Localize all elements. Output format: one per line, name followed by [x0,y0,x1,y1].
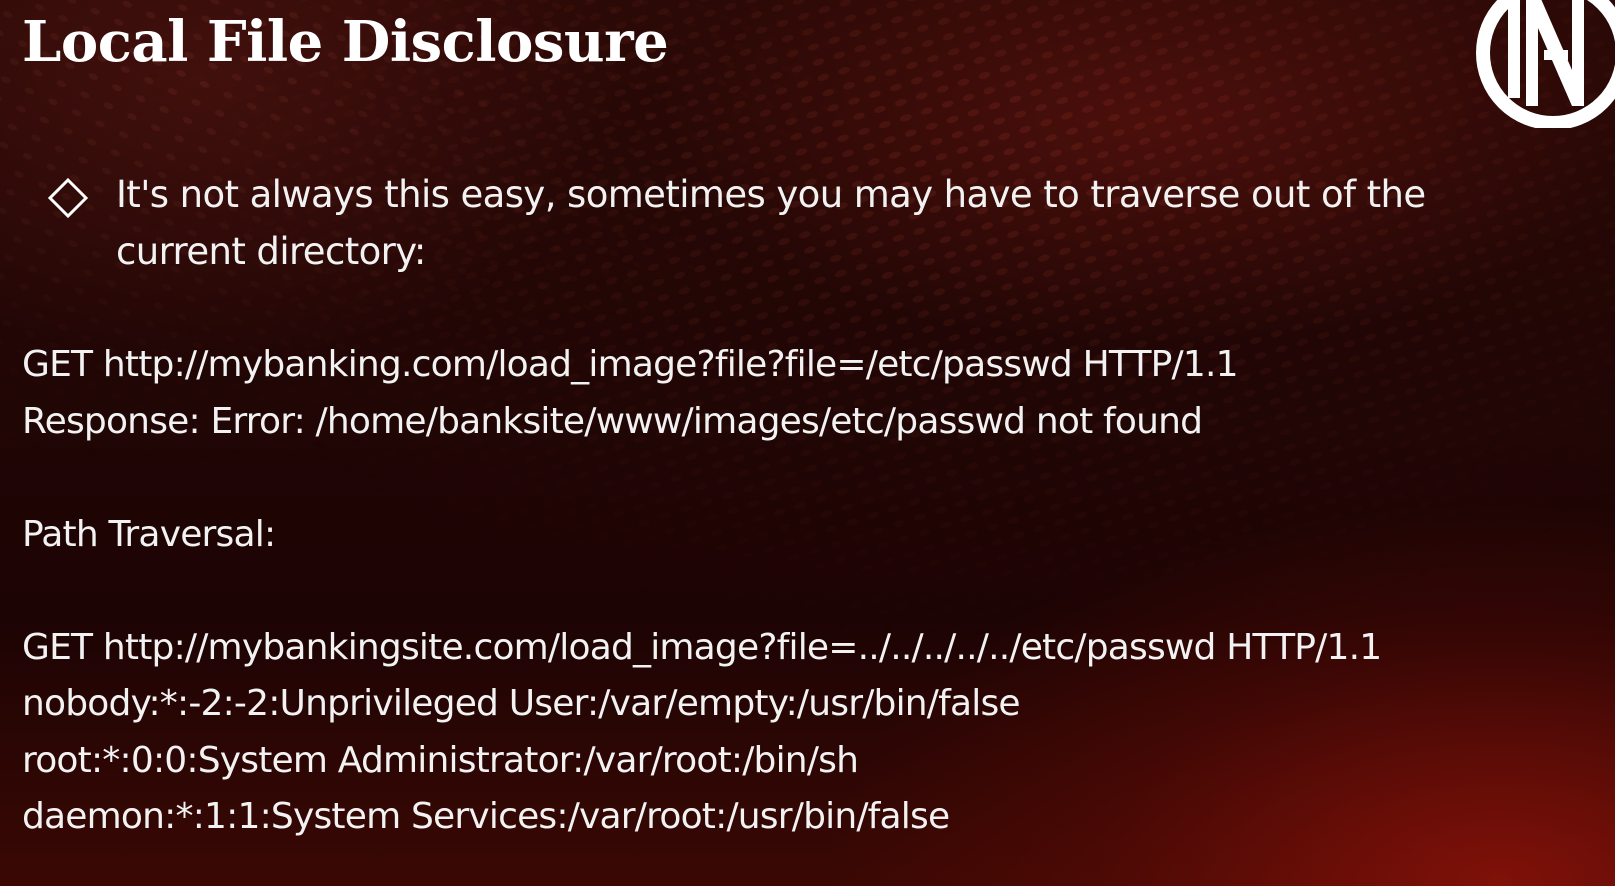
passwd-entry-daemon: daemon:*:1:1:System Services:/var/root:/… [22,796,950,837]
bullet-text: It's not always this easy, sometimes you… [116,173,1426,273]
slide: Local File Disclosure It's not always th… [0,0,1615,886]
http-request-line: GET http://mybanking.com/load_image?file… [22,344,1239,385]
traversal-request-line: GET http://mybankingsite.com/load_image?… [22,626,1382,668]
section-label: Path Traversal: [22,513,276,555]
error-response-line: Response: Error: /home/banksite/www/imag… [22,400,1203,442]
passwd-entry-nobody: nobody:*:-2:-2:Unprivileged User:/var/em… [22,683,1021,724]
ns-logo-icon [1476,0,1615,128]
passwd-entry-root: root:*:0:0:System Administrator:/var/roo… [22,739,859,781]
slide-title: Local File Disclosure [22,9,669,75]
example-block: GET http://mybanking.com/load_image?file… [22,337,1582,846]
diamond-outline-icon [48,178,88,218]
